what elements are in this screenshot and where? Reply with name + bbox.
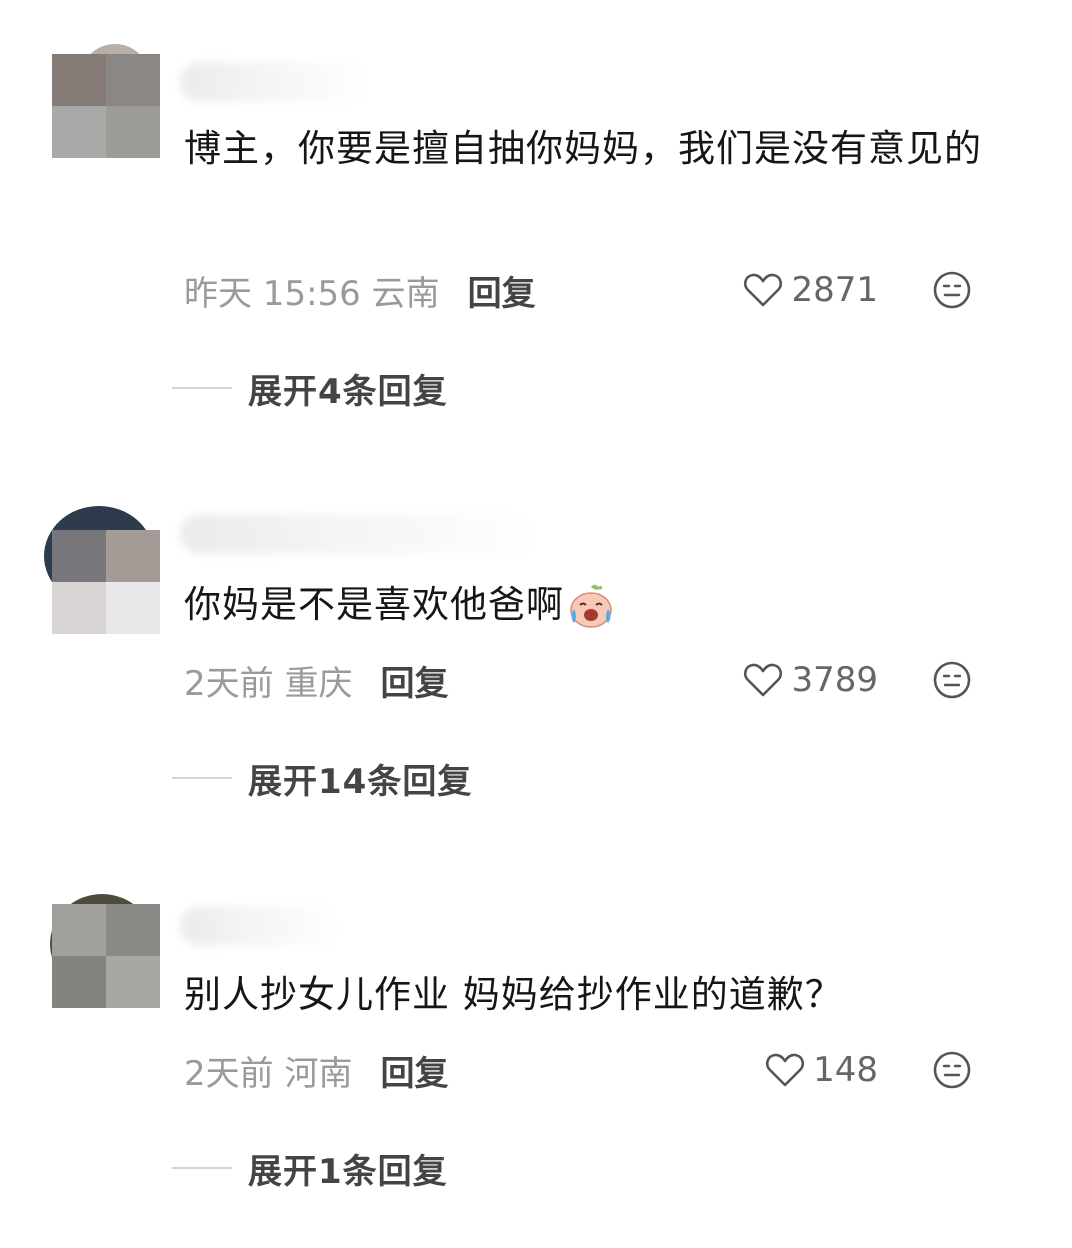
like-button[interactable]: 2871: [743, 270, 878, 310]
like-count: 2871: [791, 270, 878, 310]
avatar[interactable]: [52, 904, 160, 1008]
expand-label: 展开1条回复: [248, 1151, 448, 1192]
expand-replies-button[interactable]: 展开1条回复: [172, 1146, 448, 1192]
reply-button[interactable]: 回复: [380, 656, 448, 705]
heart-outline-icon: [766, 1053, 805, 1087]
reply-button[interactable]: 回复: [468, 266, 536, 315]
time-location: 2天前 河南: [184, 1053, 353, 1094]
time-location: 昨天 15:56 云南: [184, 273, 440, 314]
expand-replies-button[interactable]: 展开14条回复: [172, 756, 473, 802]
username-blurred[interactable]: [180, 514, 540, 554]
heart-outline-icon: [744, 273, 783, 307]
comment-meta: 2天前 河南 回复 148: [184, 1050, 1032, 1094]
neutral-face-icon[interactable]: [932, 1050, 972, 1090]
username-blurred[interactable]: [180, 906, 340, 946]
time-location: 2天前 重庆: [184, 663, 353, 704]
heart-outline-icon: [744, 663, 783, 697]
expand-replies-button[interactable]: 展开4条回复: [172, 366, 448, 412]
comment-text: 你妈是不是喜欢他爸啊: [184, 574, 1034, 636]
avatar[interactable]: [52, 54, 160, 158]
comment-meta: 2天前 重庆 回复 3789: [184, 660, 1032, 704]
like-button[interactable]: 3789: [743, 660, 878, 700]
comment-list: 博主，你要是擅自抽你妈妈，我们是没有意见的 昨天 15:56 云南 回复 287…: [0, 0, 1072, 1248]
expand-label: 展开14条回复: [248, 761, 473, 802]
divider: [172, 1167, 232, 1169]
divider: [172, 777, 232, 779]
username-blurred[interactable]: [180, 62, 370, 102]
comment-text-content: 你妈是不是喜欢他爸啊: [184, 583, 564, 626]
divider: [172, 387, 232, 389]
comment-text: 别人抄女儿作业 妈妈给抄作业的道歉？: [184, 973, 843, 1016]
avatar[interactable]: [52, 530, 160, 634]
like-button[interactable]: 148: [765, 1050, 878, 1090]
like-count: 148: [813, 1050, 878, 1090]
crying-laughing-sticker: [570, 584, 612, 628]
comment-item: 博主，你要是擅自抽你妈妈，我们是没有意见的 昨天 15:56 云南 回复 287…: [0, 0, 1072, 430]
neutral-face-icon[interactable]: [932, 660, 972, 700]
comment-text: 博主，你要是擅自抽你妈妈，我们是没有意见的: [184, 127, 982, 170]
comment-meta: 昨天 15:56 云南 回复 2871: [184, 270, 1032, 314]
expand-label: 展开4条回复: [248, 371, 448, 412]
neutral-face-icon[interactable]: [932, 270, 972, 310]
like-count: 3789: [791, 660, 878, 700]
reply-button[interactable]: 回复: [380, 1046, 448, 1095]
